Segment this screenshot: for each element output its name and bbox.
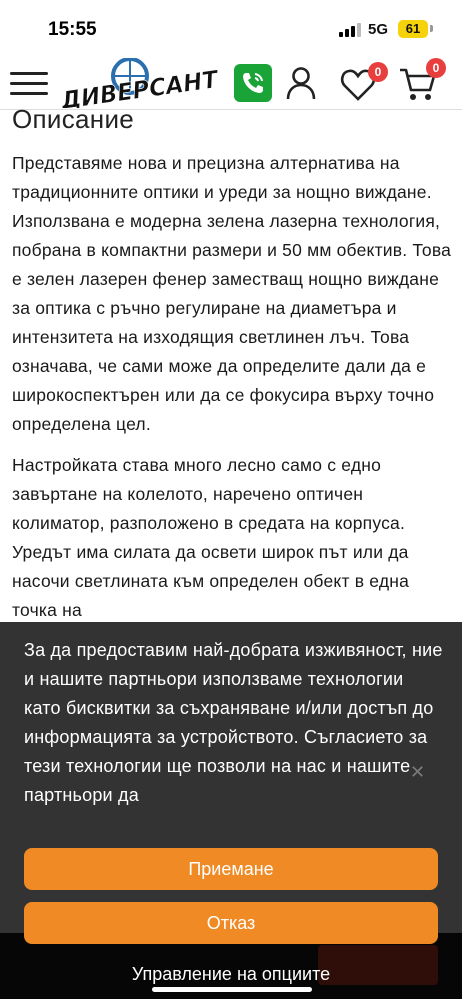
user-icon[interactable] <box>284 66 318 100</box>
status-time: 15:55 <box>48 19 97 40</box>
manage-options-link[interactable]: Управление на опциите <box>0 964 462 985</box>
description-paragraph: Представяме нова и прецизна алтернатива … <box>12 153 452 434</box>
cart-button[interactable]: 0 <box>398 58 446 102</box>
accept-cookies-button[interactable]: Приемане <box>24 848 438 890</box>
signal-icon <box>339 23 361 37</box>
product-description: Описание Представяме нова и прецизна алт… <box>12 104 452 625</box>
battery-icon: 61 <box>398 20 428 38</box>
logo-text: ДИВЕРСАНТ <box>58 65 221 108</box>
home-indicator[interactable] <box>152 987 312 992</box>
battery-tip <box>430 25 433 32</box>
cart-count-badge: 0 <box>426 58 446 78</box>
wishlist-button[interactable]: 0 <box>340 62 388 102</box>
description-title: Описание <box>12 104 135 134</box>
reject-cookies-button[interactable]: Отказ <box>24 902 438 944</box>
menu-icon[interactable] <box>10 70 48 98</box>
phone-icon <box>243 73 263 93</box>
close-icon[interactable]: ✕ <box>410 764 428 782</box>
phone-button[interactable] <box>234 64 272 102</box>
site-header: ДИВЕРСАНТ 0 0 <box>0 57 462 115</box>
wishlist-count-badge: 0 <box>368 62 388 82</box>
description-paragraph: Настройката става много лесно само с едн… <box>12 455 410 620</box>
logo-graphic: ДИВЕРСАНТ <box>58 57 221 115</box>
cookie-consent-banner: За да предоставим най-добрата изживяност… <box>0 622 462 999</box>
site-logo[interactable]: ДИВЕРСАНТ <box>56 57 224 115</box>
status-bar: 15:55 5G 61 <box>0 0 462 58</box>
network-type: 5G <box>368 21 389 38</box>
cookie-consent-text: За да предоставим най-добрата изживяност… <box>24 640 443 805</box>
